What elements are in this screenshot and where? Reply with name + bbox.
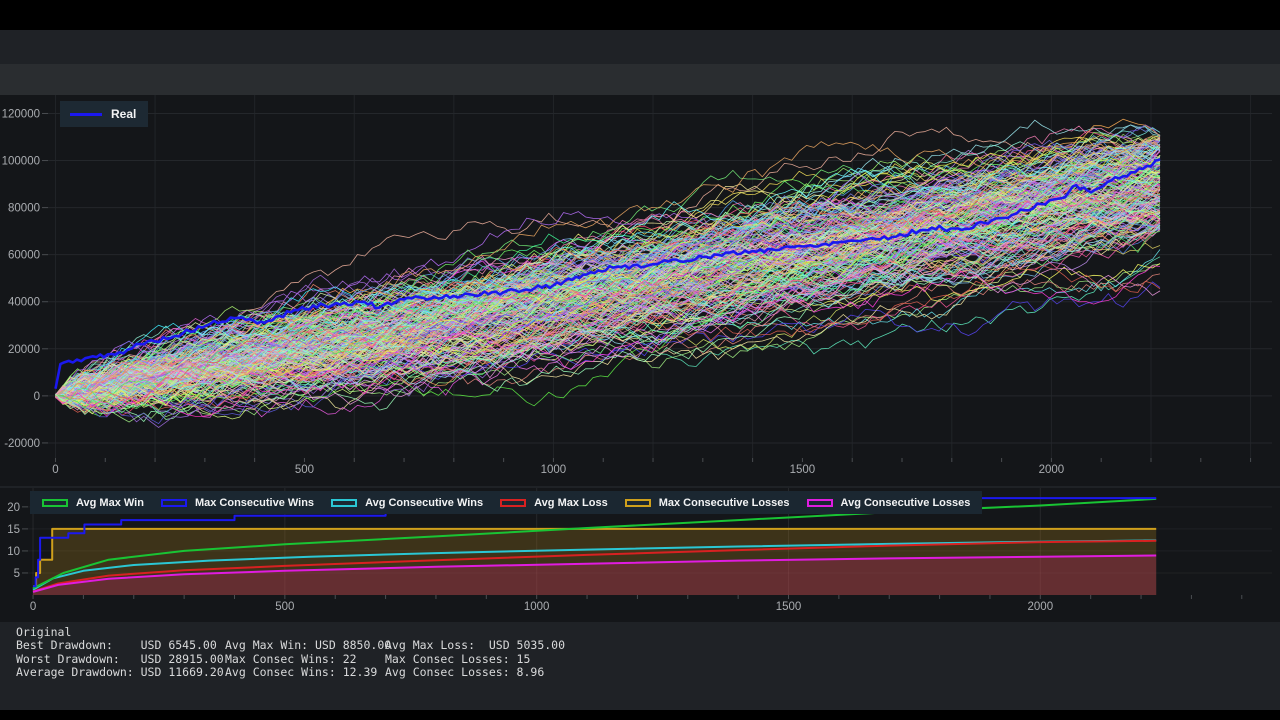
svg-text:0: 0 xyxy=(34,391,40,403)
legend-swatch xyxy=(42,499,68,507)
legend-label: Avg Consecutive Wins xyxy=(365,497,483,509)
legend-item-avg-consecutive-wins: Avg Consecutive Wins xyxy=(331,497,483,509)
svg-text:1000: 1000 xyxy=(541,464,567,476)
legend-swatch xyxy=(807,499,833,507)
toolbar: OriginalResamplePermutatedRandomize1-10 xyxy=(0,64,1280,95)
svg-text:500: 500 xyxy=(295,464,314,476)
stats-column-2: Avg Max Win: USD 8850.00 Max Consec Wins… xyxy=(225,639,385,679)
svg-text:60000: 60000 xyxy=(8,250,40,262)
stats-column-3: Avg Max Loss: USD 5035.00 Max Consec Los… xyxy=(385,639,565,679)
svg-text:100000: 100000 xyxy=(2,156,40,168)
legend-item-avg-max-win: Avg Max Win xyxy=(42,497,144,509)
legend-label: Avg Max Win xyxy=(76,497,144,509)
svg-text:1500: 1500 xyxy=(790,464,816,476)
main-chart-legend: Real xyxy=(60,101,148,127)
svg-text:2000: 2000 xyxy=(1039,464,1065,476)
svg-text:-20000: -20000 xyxy=(4,438,40,450)
svg-text:1500: 1500 xyxy=(776,601,802,613)
statistics-chart-legend: Avg Max Win Max Consecutive Wins Avg Conse… xyxy=(30,491,982,514)
svg-text:15: 15 xyxy=(7,524,20,536)
svg-text:1000: 1000 xyxy=(524,601,550,613)
svg-text:0: 0 xyxy=(52,464,58,476)
title-bar: MC Analysis - (Time[0] >= 130000) AND (T… xyxy=(0,30,1280,64)
stats-column-1: Best Drawdown: USD 6545.00 Worst Drawdow… xyxy=(16,639,225,679)
svg-text:500: 500 xyxy=(275,601,294,613)
legend-item-max-consecutive-losses: Max Consecutive Losses xyxy=(625,497,790,509)
svg-text:20000: 20000 xyxy=(8,344,40,356)
legend-item-max-consecutive-wins: Max Consecutive Wins xyxy=(161,497,314,509)
svg-text:40000: 40000 xyxy=(8,297,40,309)
svg-text:2000: 2000 xyxy=(1028,601,1054,613)
real-series-swatch xyxy=(70,113,102,116)
legend-swatch xyxy=(625,499,651,507)
svg-text:0: 0 xyxy=(30,601,36,613)
svg-text:120000: 120000 xyxy=(2,108,40,120)
equity-curves-chart: -20000 0 20000 40000 60000 80000 100000 120000 0… xyxy=(0,95,1280,486)
svg-text:5: 5 xyxy=(14,568,20,580)
legend-swatch xyxy=(500,499,526,507)
stats-title: Original xyxy=(16,626,565,639)
legend-label: Max Consecutive Wins xyxy=(195,497,314,509)
legend-swatch xyxy=(161,499,187,507)
svg-text:10: 10 xyxy=(7,546,20,558)
legend-item-avg-max-loss: Avg Max Loss xyxy=(500,497,608,509)
svg-text:80000: 80000 xyxy=(8,203,40,215)
statistics-summary: Original Best Drawdown: USD 6545.00 Wors… xyxy=(16,626,565,680)
legend-item-avg-consecutive-losses: Avg Consecutive Losses xyxy=(807,497,971,509)
legend-label: Max Consecutive Losses xyxy=(659,497,790,509)
svg-text:20: 20 xyxy=(7,502,20,514)
legend-label: Avg Max Loss xyxy=(534,497,608,509)
real-series-label: Real xyxy=(111,107,136,121)
stats-columns: Best Drawdown: USD 6545.00 Worst Drawdow… xyxy=(16,639,565,679)
equity-curves-plot: -20000 0 20000 40000 60000 80000 100000 120000 0… xyxy=(0,95,1280,486)
legend-label: Avg Consecutive Losses xyxy=(841,497,971,509)
legend-swatch xyxy=(331,499,357,507)
